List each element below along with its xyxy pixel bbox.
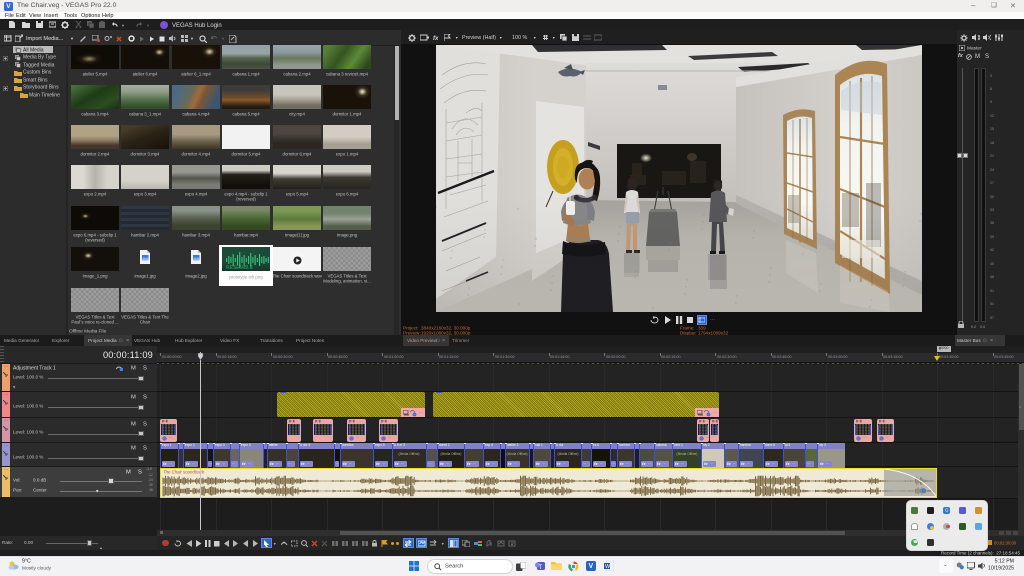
svg-text:RESEMBLE: RESEMBLE [226,265,254,270]
svg-text:W: W [605,564,611,570]
svg-text:T: T [539,565,543,571]
